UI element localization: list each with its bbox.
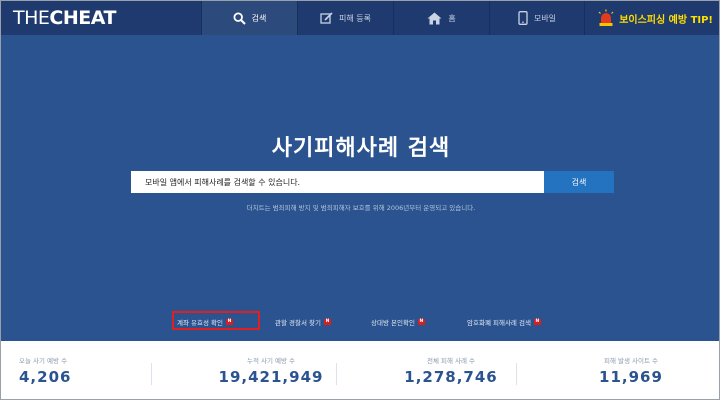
nav-mobile-tab[interactable]: 모바일 [489, 1, 585, 35]
link-crypto-damage-search[interactable]: 암호화폐 피해사례 검색 N [467, 317, 541, 327]
nav-report-label: 피해 등록 [339, 13, 371, 23]
voice-phishing-tip-link[interactable]: 보이스피싱 예방 TIP! [597, 8, 713, 28]
highlight-box [172, 311, 260, 330]
new-badge: N [324, 319, 331, 325]
logo-part-the: THE [13, 7, 50, 29]
mobile-icon [518, 11, 528, 25]
nav-report-tab[interactable]: 피해 등록 [297, 1, 393, 35]
stat-today-prevention: 오늘 사기 예방 수 4,206 [19, 355, 169, 386]
edit-icon [320, 11, 333, 24]
stat-total-cases: 전체 피해 사례 수 1,278,746 [376, 355, 526, 386]
divider [151, 363, 152, 385]
statistics-bar: 오늘 사기 예방 수 4,206 누적 사기 예방 수 19,421,949 전… [1, 341, 719, 399]
nav-search-tab[interactable]: 검색 [201, 1, 297, 35]
link-find-police-station[interactable]: 관할 경찰서 찾기 N [275, 317, 331, 327]
hero-section: 사기피해사례 검색 검색 더치트는 범죄피해 방지 및 범죄피해자 보호를 위해… [1, 35, 719, 341]
home-icon [427, 12, 442, 24]
divider [336, 363, 337, 385]
new-badge: N [533, 319, 541, 325]
divider [516, 363, 517, 385]
tip-label: 보이스피싱 예방 TIP! [619, 14, 713, 26]
nav-search-label: 검색 [251, 13, 267, 23]
stat-label: 피해 발생 사이트 수 [603, 357, 659, 365]
stat-total-prevention: 누적 사기 예방 수 19,421,949 [196, 355, 346, 386]
link-label: 관할 경찰서 찾기 [275, 319, 321, 327]
stat-value: 1,278,746 [404, 368, 498, 386]
search-input[interactable] [131, 171, 544, 193]
hero-subtitle: 더치트는 범죄피해 방지 및 범죄피해자 보호를 위해 2006년부터 운영되고… [246, 204, 476, 212]
stat-label: 오늘 사기 예방 수 [19, 357, 68, 365]
link-label: 상대방 본인확인 [371, 319, 415, 327]
stat-fraud-sites: 피해 발생 사이트 수 11,969 [556, 355, 706, 386]
stat-value: 11,969 [599, 368, 663, 386]
quick-links: 계좌 유효성 확인 N 관할 경찰서 찾기 N 상대방 본인확인 N 암호화폐 … [1, 313, 719, 333]
stat-label: 전체 피해 사례 수 [426, 357, 476, 365]
nav-home-tab[interactable]: 홈 [393, 1, 489, 35]
link-label: 암호화폐 피해사례 검색 [467, 319, 531, 327]
page-frame: THECHEAT 검색 피해 등록 홈 모바일 보이스피싱 예방 TIP! 사기… [0, 0, 720, 400]
search-icon [233, 11, 246, 25]
warning-siren-icon [598, 9, 614, 26]
stat-value: 19,421,949 [218, 368, 324, 386]
nav-home-label: 홈 [448, 13, 456, 23]
site-logo[interactable]: THECHEAT [13, 6, 116, 30]
top-navigation: THECHEAT 검색 피해 등록 홈 모바일 보이스피싱 예방 TIP! [1, 1, 719, 35]
search-button[interactable]: 검색 [544, 171, 614, 193]
stat-value: 4,206 [19, 368, 72, 386]
logo-part-cheat: CHEAT [49, 7, 116, 29]
link-identity-check[interactable]: 상대방 본인확인 N [371, 317, 425, 327]
stat-label: 누적 사기 예방 수 [246, 357, 296, 365]
nav-mobile-label: 모바일 [533, 13, 557, 23]
new-badge: N [417, 319, 425, 325]
page-title: 사기피해사례 검색 [271, 136, 451, 161]
